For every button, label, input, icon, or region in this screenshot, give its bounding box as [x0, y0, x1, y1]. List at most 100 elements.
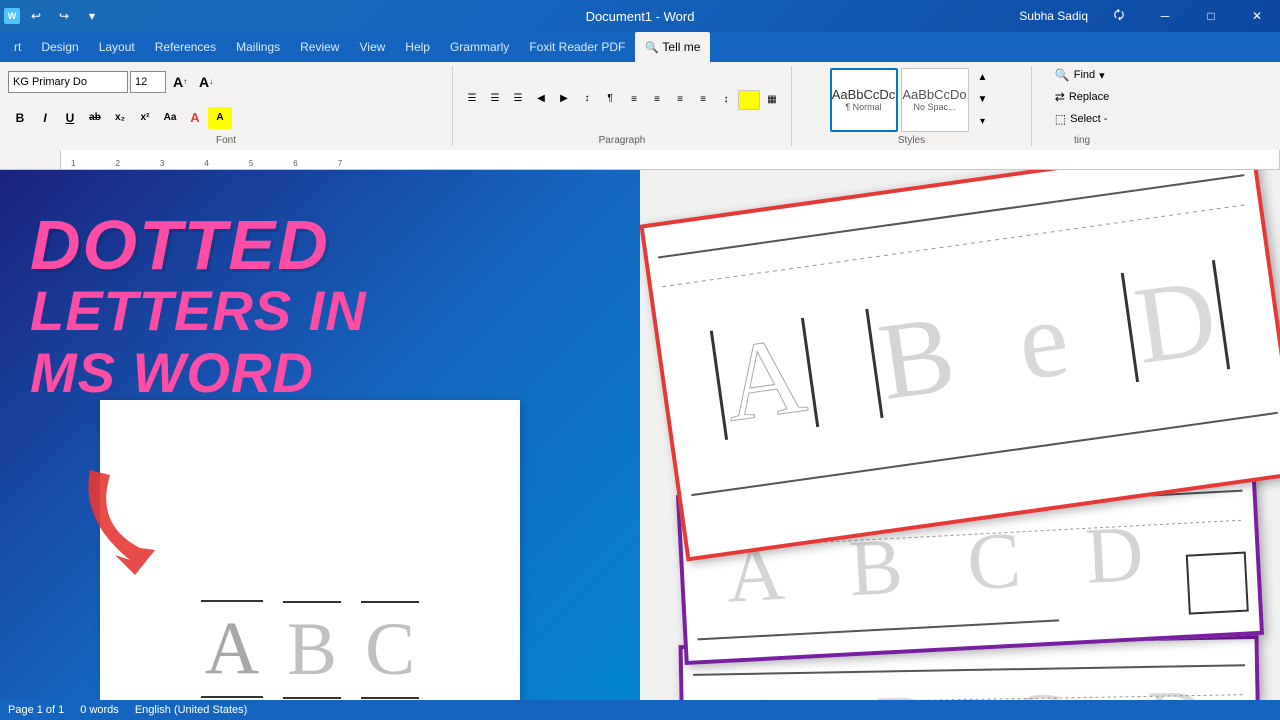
style-normal-preview: AaBbCcDc	[832, 87, 896, 102]
letter-b-lined: B	[283, 601, 341, 699]
find-button[interactable]: 🔍 Find ▾	[1051, 66, 1109, 84]
strikethrough-button[interactable]: ab	[83, 107, 107, 129]
decrease-indent-button[interactable]: ◀	[530, 89, 552, 109]
letter-D-p1: D	[1121, 260, 1231, 382]
letter-B-p1: B	[865, 297, 966, 418]
letter-D-p2: D	[1083, 513, 1145, 596]
styles-scroll: ▲ ▼ ▾	[972, 68, 994, 132]
status-bar: Page 1 of 1 0 words English (United Stat…	[0, 700, 1280, 720]
page2-box	[1186, 552, 1249, 615]
select-button[interactable]: ⬚ Select -	[1051, 110, 1112, 128]
ribbon-collapse-button[interactable]: 🗘	[1096, 0, 1142, 32]
align-right-button[interactable]: ≡	[669, 90, 691, 110]
letter-C-p2: C	[965, 520, 1022, 603]
highlight-button[interactable]: A	[208, 107, 232, 129]
ruler: 1 2 3 4 5 6 7	[0, 150, 1280, 170]
center-button[interactable]: ≡	[646, 90, 668, 110]
window-title: Document1 - Word	[586, 9, 695, 24]
right-panel: A B e D A B C	[640, 170, 1280, 720]
style-normal-label: ¶ Normal	[845, 102, 881, 112]
decrease-font-button[interactable]: A↓	[194, 71, 218, 93]
styles-expand[interactable]: ▾	[972, 112, 994, 132]
page-indicator: Page 1 of 1	[8, 704, 64, 716]
close-button[interactable]: ✕	[1234, 0, 1280, 32]
paragraph-group: ☰ ☰ ☰ ◀ ▶ ↕ ¶ ≡ ≡ ≡ ≡ ↕ ▦ Paragraph	[453, 66, 792, 146]
minimize-button[interactable]: ─	[1142, 0, 1188, 32]
styles-controls: AaBbCcDc ¶ Normal AaBbCcDo No Spac... ▲ …	[830, 66, 994, 133]
increase-font-button[interactable]: A↑	[168, 71, 192, 93]
tab-mailings[interactable]: Mailings	[226, 32, 290, 62]
editing-controls: 🔍 Find ▾ ⇄ Replace ⬚ Select -	[1051, 66, 1113, 133]
font-controls: A↑ A↓ B I U ab x₂ x² Aa A A	[8, 66, 444, 133]
bullets-button[interactable]: ☰	[461, 89, 483, 109]
borders-button[interactable]: ▦	[761, 90, 783, 110]
paragraph-group-label: Paragraph	[599, 135, 646, 146]
ruler-marks: 1 2 3 4 5 6 7	[60, 150, 1280, 169]
tab-home-active[interactable]: 🔍 Tell me	[635, 32, 710, 62]
letter-B-p2: B	[847, 526, 904, 609]
tab-references[interactable]: References	[145, 32, 226, 62]
pages-container: A B e D A B C	[650, 170, 1280, 720]
title-bar: W ↩ ↪ ▾ Document1 - Word Subha Sadiq 🗘 ─…	[0, 0, 1280, 32]
letter-a-container: A	[201, 600, 263, 700]
underline-button[interactable]: U	[58, 107, 82, 129]
tab-foxit[interactable]: Foxit Reader PDF	[519, 32, 635, 62]
tab-design[interactable]: Design	[31, 32, 88, 62]
ribbon-content: A↑ A↓ B I U ab x₂ x² Aa A A Font ☰ ☰ ☰	[0, 62, 1280, 150]
tab-help[interactable]: Help	[395, 32, 440, 62]
sort-button[interactable]: ↕	[576, 89, 598, 109]
font-group-label: Font	[216, 135, 236, 146]
replace-button[interactable]: ⇄ Replace	[1051, 88, 1113, 106]
line-spacing-button[interactable]: ↕	[715, 90, 737, 110]
font-size-input[interactable]	[130, 71, 166, 93]
shading-button[interactable]	[738, 90, 760, 110]
tab-layout[interactable]: Layout	[89, 32, 145, 62]
style-nospacing-label: No Spac...	[913, 102, 955, 112]
letter-C-p1: e	[1011, 282, 1075, 398]
tab-view[interactable]: View	[349, 32, 395, 62]
multilevel-button[interactable]: ☰	[507, 89, 529, 109]
font-color-button[interactable]: A	[183, 107, 207, 129]
thumbnail-text: DOTTED LETTERS IN MS WORD	[30, 210, 367, 403]
letter-b-container: B	[283, 601, 341, 699]
paragraph-controls: ☰ ☰ ☰ ◀ ▶ ↕ ¶ ≡ ≡ ≡ ≡ ↕ ▦	[461, 66, 783, 133]
page1-letters: A B e D	[666, 170, 1273, 534]
style-nospacing[interactable]: AaBbCcDo No Spac...	[901, 68, 969, 132]
tab-home[interactable]: rt	[4, 32, 31, 62]
show-para-button[interactable]: ¶	[599, 89, 621, 109]
redo-button[interactable]: ↪	[52, 4, 76, 28]
select-icon: ⬚	[1055, 112, 1066, 126]
left-panel: DOTTED LETTERS IN MS WORD A	[0, 170, 640, 720]
thumbnail-line1: DOTTED	[30, 210, 367, 280]
editing-group: 🔍 Find ▾ ⇄ Replace ⬚ Select - ting	[1032, 66, 1132, 146]
italic-button[interactable]: I	[33, 107, 57, 129]
word-icon: W	[4, 8, 20, 24]
letter-A-p1: A	[710, 318, 820, 440]
tab-review[interactable]: Review	[290, 32, 349, 62]
find-icon: 🔍	[1055, 68, 1070, 82]
thumbnail-line3: MS WORD	[30, 342, 367, 404]
style-nospacing-preview: AaBbCcDo	[902, 87, 966, 102]
increase-indent-button[interactable]: ▶	[553, 89, 575, 109]
ribbon-tab-bar: rt Design Layout References Mailings Rev…	[0, 32, 1280, 62]
styles-group-label: Styles	[898, 135, 925, 146]
dotted-A: A	[205, 606, 259, 692]
customize-qat-button[interactable]: ▾	[80, 4, 104, 28]
maximize-button[interactable]: □	[1188, 0, 1234, 32]
dotted-C: C	[365, 607, 415, 693]
bold-button[interactable]: B	[8, 107, 32, 129]
numbering-button[interactable]: ☰	[484, 89, 506, 109]
clear-formatting-button[interactable]: Aa	[158, 107, 182, 129]
undo-button[interactable]: ↩	[24, 4, 48, 28]
align-left-button[interactable]: ≡	[623, 90, 645, 110]
styles-scroll-up[interactable]: ▲	[972, 68, 994, 88]
user-name: Subha Sadiq	[1011, 9, 1096, 23]
superscript-button[interactable]: x²	[133, 107, 157, 129]
style-normal[interactable]: AaBbCcDc ¶ Normal	[830, 68, 898, 132]
subscript-button[interactable]: x₂	[108, 107, 132, 129]
font-name-input[interactable]	[8, 71, 128, 93]
styles-scroll-down[interactable]: ▼	[972, 90, 994, 110]
tab-grammarly[interactable]: Grammarly	[440, 32, 519, 62]
titlebar-right: Subha Sadiq 🗘 ─ □ ✕	[1011, 0, 1280, 32]
justify-button[interactable]: ≡	[692, 90, 714, 110]
